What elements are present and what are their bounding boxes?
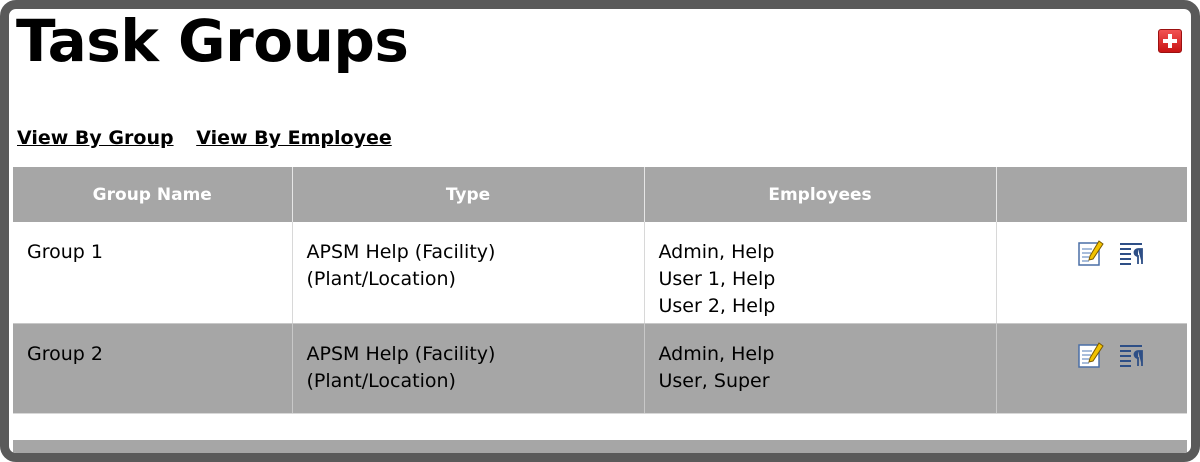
actions-cell bbox=[996, 323, 1187, 414]
header-group-name: Group Name bbox=[13, 167, 293, 222]
details-icon[interactable] bbox=[1117, 239, 1145, 267]
table-row: Group 1 APSM Help (Facility) (Plant/Loca… bbox=[13, 222, 1187, 324]
group-name-cell: Group 1 bbox=[13, 222, 293, 324]
header-actions bbox=[996, 167, 1187, 222]
view-links: View By Group View By Employee bbox=[17, 127, 408, 149]
view-by-group-link[interactable]: View By Group bbox=[17, 127, 174, 149]
table-row: Group 2 APSM Help (Facility) (Plant/Loca… bbox=[13, 323, 1187, 414]
view-by-employee-link[interactable]: View By Employee bbox=[196, 127, 392, 149]
group-name-cell: Group 2 bbox=[13, 323, 293, 414]
header-type: Type bbox=[292, 167, 645, 222]
employees-cell: Admin, Help User 1, Help User 2, Help bbox=[644, 222, 997, 324]
edit-icon[interactable] bbox=[1077, 341, 1105, 369]
task-groups-table: Group Name Type Employees Group 1 APSM H… bbox=[13, 167, 1187, 414]
employee-name: User, Super bbox=[658, 369, 770, 392]
type-cell: APSM Help (Facility) (Plant/Location) bbox=[292, 323, 645, 414]
table-footer-strip bbox=[13, 440, 1187, 453]
actions-cell bbox=[996, 222, 1187, 324]
window-frame: Task Groups View By Group View By Employ… bbox=[0, 0, 1200, 462]
header-employees: Employees bbox=[644, 167, 997, 222]
add-icon[interactable] bbox=[1158, 29, 1182, 53]
employee-name: User 1, Help bbox=[658, 268, 776, 290]
edit-icon[interactable] bbox=[1077, 239, 1105, 267]
employee-name: Admin, Help bbox=[658, 241, 775, 263]
table-header-row: Group Name Type Employees bbox=[13, 167, 1187, 222]
employees-cell: Admin, Help User, Super bbox=[644, 323, 997, 414]
plus-icon-v bbox=[1168, 34, 1172, 48]
details-icon[interactable] bbox=[1117, 341, 1145, 369]
type-cell: APSM Help (Facility) (Plant/Location) bbox=[292, 222, 645, 324]
page-title: Task Groups bbox=[16, 7, 409, 75]
employee-name: User 2, Help bbox=[658, 295, 776, 317]
employee-name: Admin, Help bbox=[658, 342, 775, 365]
